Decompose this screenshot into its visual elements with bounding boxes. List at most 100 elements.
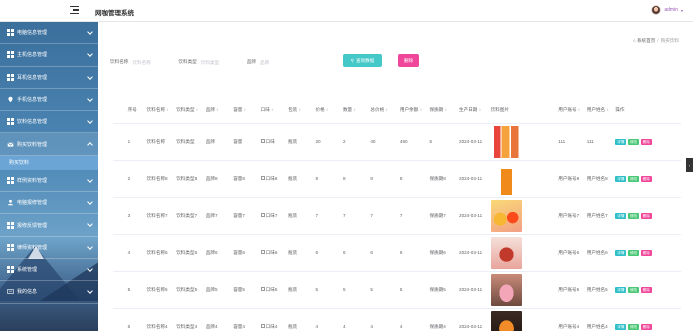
column-header[interactable]: 品牌⇕ — [203, 97, 232, 124]
row-checkbox[interactable] — [115, 176, 119, 180]
column-header[interactable]: 用户账号⇕ — [556, 97, 585, 124]
user-menu[interactable]: admin ▾ — [651, 5, 683, 15]
column-header[interactable]: 生产日期⇕ — [457, 97, 489, 124]
sidebar-item-6[interactable]: 样例资料管理 — [0, 170, 98, 193]
detail-button[interactable]: 详情 — [615, 175, 627, 182]
row-select-cell[interactable] — [113, 160, 126, 198]
detail-button[interactable]: 详情 — [615, 138, 627, 145]
delete-button[interactable]: 删除 — [640, 323, 652, 330]
side-collapse-tab[interactable]: ‹ — [686, 158, 693, 172]
row-checkbox[interactable] — [115, 139, 119, 143]
table-row[interactable]: 3 饮料名称7 饮料类型7 品牌7 容量7 口味7 瓶装 7 7 7 7 保质期7 2024-03-11… — [113, 197, 681, 235]
row-checkbox[interactable] — [115, 213, 119, 217]
sort-icon[interactable]: ⇕ — [243, 108, 246, 112]
sidebar-item-0[interactable]: 电脑信息管理 — [0, 22, 98, 45]
sidebar-item-1[interactable]: 主机信息管理 — [0, 44, 98, 67]
sidebar-item-4[interactable]: 饮料信息管理 — [0, 111, 98, 134]
sort-icon[interactable]: ⇕ — [166, 108, 169, 112]
column-header[interactable]: 数量⇕ — [340, 97, 369, 124]
hamburger-menu-icon[interactable] — [70, 6, 79, 14]
avatar[interactable] — [651, 5, 662, 15]
sidebar-item-9[interactable]: 律师资料管理 — [0, 237, 98, 259]
sidebar-item-7[interactable]: 电脑报修管理 — [0, 192, 98, 215]
sort-icon[interactable]: ⇕ — [444, 108, 447, 112]
edit-button[interactable]: 修改 — [627, 212, 640, 219]
detail-button[interactable]: 详情 — [615, 286, 627, 293]
row-select-cell[interactable] — [113, 123, 126, 161]
row-checkbox[interactable] — [115, 324, 119, 328]
select-all-checkbox[interactable] — [115, 108, 119, 112]
column-header[interactable]: 用户余额⇕ — [397, 97, 428, 124]
sort-icon[interactable]: ⇕ — [385, 108, 388, 112]
row-select-cell[interactable] — [113, 197, 126, 235]
column-header[interactable]: 价格⇕ — [313, 97, 341, 124]
column-header[interactable]: 口味⇕ — [258, 97, 287, 124]
row-select-cell[interactable] — [113, 308, 126, 331]
sidebar-item-8[interactable]: 报修反馈管理 — [0, 214, 98, 237]
table-row[interactable]: 4 饮料名称6 饮料类型6 品牌6 容量6 口味6 瓶装 6 6 6 6 保质期6 2024-03-11… — [113, 234, 681, 272]
edit-button[interactable]: 修改 — [627, 249, 640, 256]
column-header[interactable]: 用户姓名⇕ — [584, 97, 614, 124]
sort-icon[interactable]: ⇕ — [478, 108, 481, 112]
batch-delete-button[interactable]: 删除 — [398, 54, 419, 67]
cell-qty: 8 — [340, 160, 369, 198]
breadcrumb-home[interactable]: 系统首页 — [637, 38, 655, 43]
delete-button[interactable]: 删除 — [640, 249, 652, 256]
column-header[interactable]: 总价格⇕ — [368, 97, 398, 124]
edit-button[interactable]: 修改 — [627, 286, 640, 293]
delete-button[interactable]: 删除 — [640, 286, 652, 293]
sort-icon[interactable]: ⇕ — [196, 108, 199, 112]
sort-icon[interactable]: ⇕ — [298, 108, 301, 112]
drink-name-input[interactable] — [132, 57, 167, 67]
sort-icon[interactable]: ⇕ — [419, 108, 422, 112]
sort-icon[interactable]: ⇕ — [216, 108, 219, 112]
drink-image[interactable] — [490, 310, 522, 331]
cell-value: 饮料类型6 — [176, 249, 198, 255]
chevron-down-icon[interactable]: ▾ — [681, 8, 683, 13]
drink-image[interactable] — [490, 236, 522, 269]
row-actions: 详情 修改 删除 — [615, 249, 681, 256]
drink-image[interactable] — [490, 162, 522, 195]
sort-icon[interactable]: ⇕ — [353, 108, 356, 112]
detail-button[interactable]: 详情 — [615, 249, 627, 256]
search-button[interactable]: ⚲ 查询数据 — [343, 54, 382, 67]
username[interactable]: admin — [664, 7, 678, 13]
row-select-cell[interactable] — [113, 271, 126, 309]
sidebar-item-11[interactable]: 我的信息 — [0, 281, 98, 304]
column-header[interactable]: 饮料名称⇕ — [144, 97, 175, 124]
sort-icon[interactable]: ⇕ — [271, 108, 274, 112]
delete-button[interactable]: 删除 — [640, 138, 652, 145]
row-checkbox[interactable] — [115, 287, 119, 291]
detail-button[interactable]: 详情 — [615, 212, 627, 219]
column-header[interactable]: 保质期⇕ — [427, 97, 458, 124]
sort-icon[interactable]: ⇕ — [578, 108, 581, 112]
sort-icon[interactable]: ⇕ — [326, 108, 329, 112]
table-row[interactable]: 5 饮料名称5 饮料类型5 品牌5 容量5 口味5 瓶装 5 5 5 5 保质期5 2024-03-11… — [113, 271, 681, 309]
edit-button[interactable]: 修改 — [627, 138, 640, 145]
row-select-cell[interactable] — [113, 234, 126, 272]
sort-icon[interactable]: ⇕ — [606, 108, 609, 112]
row-checkbox[interactable] — [115, 250, 119, 254]
drink-image[interactable] — [490, 273, 522, 306]
delete-button[interactable]: 删除 — [640, 175, 652, 182]
sidebar-item-2[interactable]: 耳机信息管理 — [0, 67, 98, 89]
detail-button[interactable]: 详情 — [615, 323, 627, 330]
table-row[interactable]: 6 饮料名称4 饮料类型4 品牌4 容量4 口味4 瓶装 4 4 4 4 保质期4 2024-03-11… — [113, 308, 681, 331]
edit-button[interactable]: 修改 — [627, 323, 640, 330]
drink-image[interactable] — [490, 125, 522, 158]
edit-button[interactable]: 修改 — [627, 175, 640, 182]
delete-button[interactable]: 删除 — [640, 212, 652, 219]
sidebar-item-5[interactable]: 购买饮料管理 — [0, 133, 98, 156]
sidebar-item-10[interactable]: 系统管理 — [0, 259, 98, 282]
column-header[interactable]: 包装⇕ — [286, 97, 314, 124]
cell-account: 用户账号5 — [556, 271, 585, 309]
table-row[interactable]: 1 饮料名称 饮料类型 品牌 容量 口味 瓶装 20 2 40 460 5 2024-03-11 111 1… — [113, 123, 681, 161]
sidebar-subitem-purchase[interactable]: 购买饮料 — [0, 155, 98, 170]
column-header[interactable]: 饮料类型⇕ — [174, 97, 204, 124]
drink-image[interactable] — [490, 199, 522, 232]
sidebar-item-3[interactable]: 手机信息管理 — [0, 89, 98, 112]
brand-input[interactable] — [259, 57, 294, 67]
table-row[interactable]: 2 饮料名称8 饮料类型8 品牌8 容量8 口味8 瓶装 8 8 8 8 保质期8 2024-03-11… — [113, 160, 681, 198]
drink-type-input[interactable] — [200, 57, 235, 67]
column-header[interactable]: 容量⇕ — [231, 97, 259, 124]
